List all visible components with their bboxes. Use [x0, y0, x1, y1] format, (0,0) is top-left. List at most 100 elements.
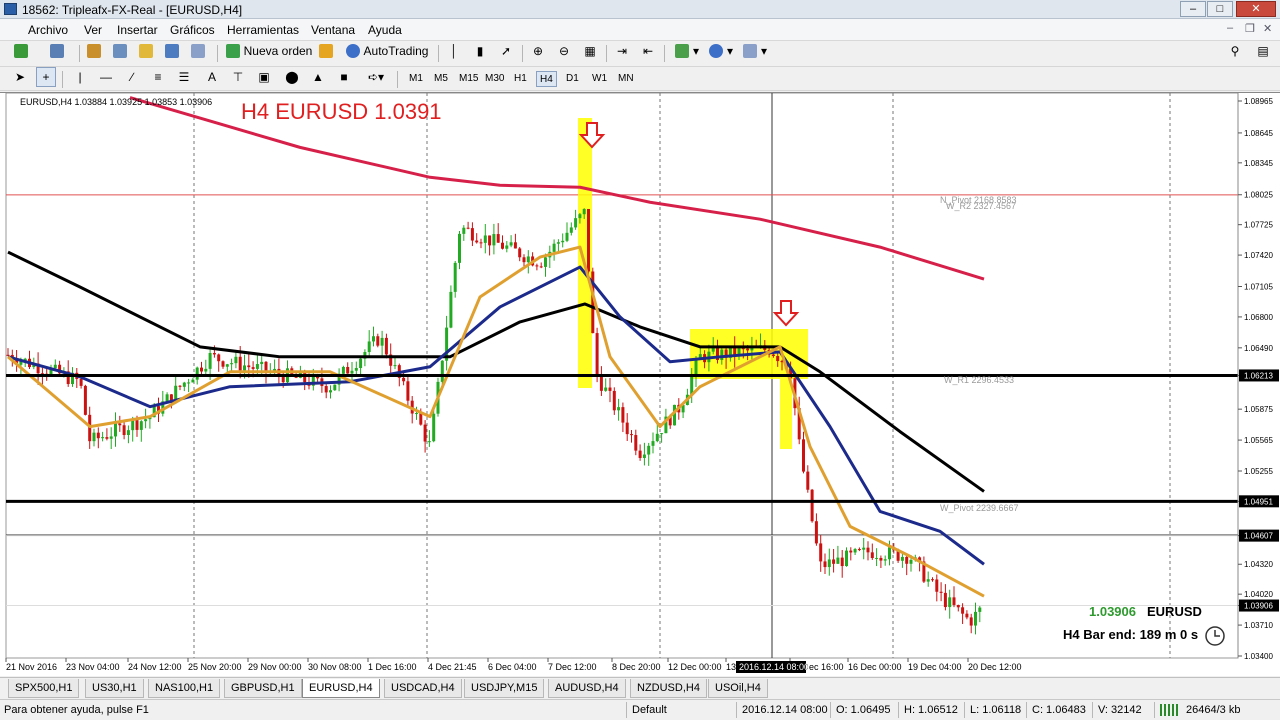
chart-tab-nas100-h1[interactable]: NAS100,H1	[148, 679, 221, 698]
templates-button[interactable]: ▾	[740, 41, 770, 61]
autotrading-label: AutoTrading	[363, 44, 429, 58]
candle-body	[79, 378, 83, 386]
autotrading-button[interactable]: AutoTrading	[342, 41, 432, 61]
timeframe-m1-button[interactable]: M1	[406, 71, 426, 87]
trendline-icon[interactable]: ∕	[124, 67, 140, 87]
menu-graficos[interactable]: Gráficos	[170, 23, 215, 37]
strategy-tester-icon[interactable]	[190, 41, 210, 61]
timeframe-h4-button[interactable]: H4	[536, 71, 557, 87]
chart-tab-gbpusd-h1[interactable]: GBPUSD,H1	[224, 679, 302, 698]
menu-ayuda[interactable]: Ayuda	[368, 23, 402, 37]
candlestick-icon[interactable]: ▮	[470, 41, 490, 61]
timeframe-m15-button[interactable]: M15	[456, 71, 481, 87]
fibonacci-icon[interactable]: ☰	[176, 67, 192, 87]
zoom-in-icon[interactable]: ⊕	[528, 41, 548, 61]
price-tick-label: 1.05565	[1244, 436, 1273, 445]
text-icon[interactable]: A	[204, 67, 220, 87]
candle-body	[479, 242, 483, 244]
ellipse-tool-icon[interactable]: ⬤	[284, 67, 300, 87]
candle-body	[771, 354, 775, 356]
timeframe-w1-button[interactable]: W1	[589, 71, 610, 87]
text-label-icon[interactable]: ⊤	[230, 67, 246, 87]
price-tick-label: 1.07725	[1244, 221, 1273, 230]
candle-body	[440, 360, 444, 382]
mdi-minimize-icon[interactable]: –	[1227, 22, 1233, 34]
chart-tab-usdjpy-m15[interactable]: USDJPY,M15	[464, 679, 545, 698]
price-tick-label: 1.05875	[1244, 405, 1273, 414]
timeframe-d1-button[interactable]: D1	[563, 71, 582, 87]
price-tick-label: 1.08965	[1244, 97, 1273, 106]
terminal-icon[interactable]	[164, 41, 184, 61]
timeframe-m5-button[interactable]: M5	[431, 71, 451, 87]
candle-body	[200, 367, 203, 372]
periods-button[interactable]: ▾	[706, 41, 736, 61]
candle-body	[974, 611, 977, 626]
menu-insertar[interactable]: Insertar	[117, 23, 158, 37]
chart-area[interactable]: N_Pivot 2168.8583 W_R2 2327.4567 W_R1 2296…	[0, 92, 1280, 676]
time-tick-label: 24 Nov 12:00	[128, 662, 182, 672]
chart-tab-spx500-h1[interactable]: SPX500,H1	[8, 679, 80, 698]
menu-ver[interactable]: Ver	[84, 23, 102, 37]
status-profile[interactable]: Default	[632, 704, 667, 716]
triangle-tool-icon[interactable]: ▲	[310, 67, 326, 87]
candle-body	[483, 235, 487, 243]
chat-icon[interactable]: ▤	[1254, 41, 1272, 61]
maximize-button[interactable]: □	[1207, 1, 1233, 17]
chart-shift-icon[interactable]: ⇤	[638, 41, 658, 61]
tile-windows-icon[interactable]: ▦	[580, 41, 600, 61]
pivot-label: W_Pivot 2239.6667	[940, 503, 1019, 513]
minimize-button[interactable]: –	[1180, 1, 1206, 17]
arrows-dropdown-icon[interactable]: ➪▾	[362, 67, 390, 87]
close-button[interactable]: ✕	[1236, 1, 1276, 17]
candle-body	[372, 336, 375, 342]
standard-toolbar: Nueva orden AutoTrading │ ▮ ➚ ⊕ ⊖ ▦ ⇥ ⇤ …	[0, 41, 1280, 67]
profiles-button[interactable]	[44, 41, 74, 61]
candle-body	[419, 413, 423, 425]
candle-body	[324, 386, 328, 393]
price-chart[interactable]: N_Pivot 2168.8583W_R2 2327.4567W_R1 2296…	[0, 92, 1280, 677]
status-bar: Para obtener ayuda, pulse F1 Default 201…	[0, 699, 1280, 720]
timeframe-h1-button[interactable]: H1	[511, 71, 530, 87]
new-order-button[interactable]: Nueva orden	[224, 41, 314, 61]
candle-body	[182, 382, 186, 387]
chart-tab-eurusd-h4[interactable]: EURUSD,H4	[302, 679, 380, 698]
search-icon[interactable]: ⚲	[1226, 41, 1244, 61]
market-watch-icon[interactable]	[86, 41, 106, 61]
chart-tab-usdcad-h4[interactable]: USDCAD,H4	[384, 679, 462, 698]
menu-ventana[interactable]: Ventana	[311, 23, 355, 37]
candle-body	[961, 607, 965, 614]
menu-archivo[interactable]: Archivo	[28, 23, 68, 37]
equidistant-channel-icon[interactable]: ≡	[150, 67, 166, 87]
auto-scroll-icon[interactable]: ⇥	[612, 41, 632, 61]
bar-chart-icon[interactable]: │	[444, 41, 464, 61]
timeframe-mn-button[interactable]: MN	[615, 71, 637, 87]
timeframe-m30-button[interactable]: M30	[482, 71, 507, 87]
status-low: L: 1.06118	[970, 704, 1022, 716]
crosshair-icon[interactable]: +	[36, 67, 56, 87]
horizontal-line-icon[interactable]: —	[98, 67, 114, 87]
mdi-restore-icon[interactable]: ❐	[1245, 22, 1255, 35]
rectangle-shape-icon[interactable]: ■	[336, 67, 352, 87]
chart-tab-nzdusd-h4[interactable]: NZDUSD,H4	[630, 679, 707, 698]
data-window-icon[interactable]	[112, 41, 132, 61]
vertical-line-icon[interactable]: |	[72, 67, 88, 87]
line-chart-icon[interactable]: ➚	[496, 41, 516, 61]
candle-body	[552, 243, 556, 252]
navigator-icon[interactable]	[138, 41, 158, 61]
chart-tab-usoil-h4[interactable]: USOil,H4	[708, 679, 768, 698]
zoom-out-icon[interactable]: ⊖	[554, 41, 574, 61]
chart-tab-us30-h1[interactable]: US30,H1	[85, 679, 144, 698]
candle-body	[178, 385, 182, 387]
candle-body	[458, 233, 461, 263]
candle-body	[888, 547, 891, 560]
mdi-close-icon[interactable]: ✕	[1263, 22, 1272, 35]
new-chart-button[interactable]	[8, 41, 38, 61]
menu-herramientas[interactable]: Herramientas	[227, 23, 299, 37]
time-tick-label: 8 Dec 20:00	[612, 662, 661, 672]
cursor-icon[interactable]: ➤	[12, 67, 28, 87]
candle-body	[329, 390, 332, 393]
metaeditor-icon[interactable]	[318, 41, 338, 61]
chart-tab-audusd-h4[interactable]: AUDUSD,H4	[548, 679, 626, 698]
indicators-button[interactable]: ▾	[672, 41, 702, 61]
rectangle-tool-icon[interactable]: ▣	[256, 67, 272, 87]
